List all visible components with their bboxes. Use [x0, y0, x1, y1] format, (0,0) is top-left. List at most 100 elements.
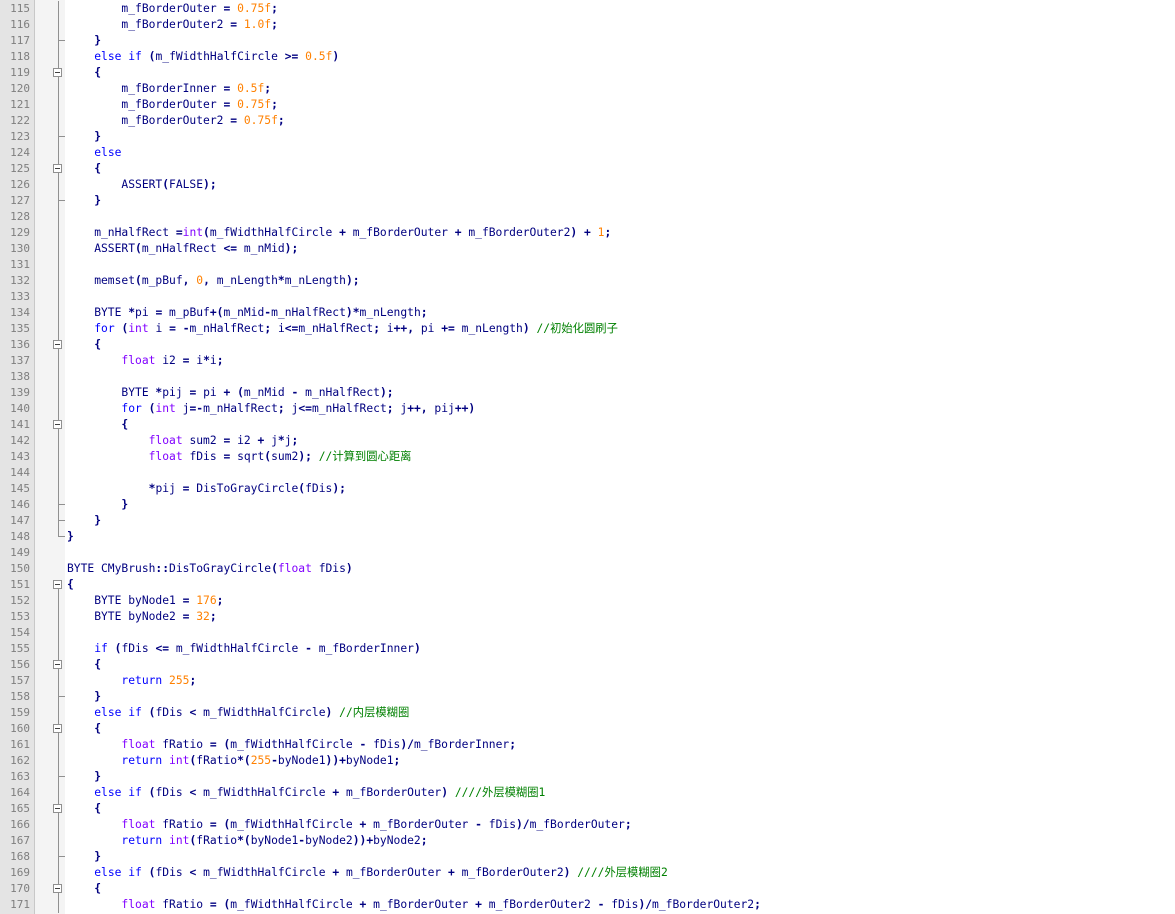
code-text[interactable]: {	[67, 721, 101, 737]
code-line[interactable]: 154	[0, 625, 1175, 641]
code-line[interactable]: 161 float fRatio = (m_fWidthHalfCircle -…	[0, 737, 1175, 753]
code-text[interactable]: else if (m_fWidthHalfCircle >= 0.5f)	[67, 49, 339, 65]
fold-toggle-icon[interactable]	[35, 65, 65, 81]
code-text[interactable]: }	[67, 689, 101, 705]
code-line[interactable]: 170 {	[0, 881, 1175, 897]
code-text[interactable]: }	[67, 33, 101, 49]
code-text[interactable]: else if (fDis < m_fWidthHalfCircle) //内层…	[67, 705, 409, 721]
code-line[interactable]: 134 BYTE *pi = m_pBuf+(m_nMid-m_nHalfRec…	[0, 305, 1175, 321]
code-text[interactable]: {	[67, 337, 101, 353]
code-line[interactable]: 140 for (int j=-m_nHalfRect; j<=m_nHalfR…	[0, 401, 1175, 417]
code-line[interactable]: 168 }	[0, 849, 1175, 865]
code-text[interactable]: float fRatio = (m_fWidthHalfCircle + m_f…	[67, 817, 631, 833]
code-line[interactable]: 122 m_fBorderOuter2 = 0.75f;	[0, 113, 1175, 129]
code-line[interactable]: 123 }	[0, 129, 1175, 145]
code-line[interactable]: 127 }	[0, 193, 1175, 209]
code-text[interactable]: return int(fRatio*(255-byNode1))+byNode1…	[67, 753, 400, 769]
code-line[interactable]: 132 memset(m_pBuf, 0, m_nLength*m_nLengt…	[0, 273, 1175, 289]
fold-toggle-icon[interactable]	[35, 801, 65, 817]
code-line[interactable]: 146 }	[0, 497, 1175, 513]
code-text[interactable]: }	[67, 497, 128, 513]
code-text[interactable]: float i2 = i*i;	[67, 353, 223, 369]
code-line[interactable]: 164 else if (fDis < m_fWidthHalfCircle +…	[0, 785, 1175, 801]
code-line[interactable]: 131	[0, 257, 1175, 273]
code-line[interactable]: 133	[0, 289, 1175, 305]
code-line[interactable]: 139 BYTE *pij = pi + (m_nMid - m_nHalfRe…	[0, 385, 1175, 401]
code-text[interactable]: }	[67, 193, 101, 209]
code-line[interactable]: 160 {	[0, 721, 1175, 737]
code-line[interactable]: 153 BYTE byNode2 = 32;	[0, 609, 1175, 625]
code-text[interactable]: return 255;	[67, 673, 196, 689]
code-text[interactable]: m_fBorderOuter2 = 0.75f;	[67, 113, 284, 129]
code-line[interactable]: 125 {	[0, 161, 1175, 177]
code-line[interactable]: 171 float fRatio = (m_fWidthHalfCircle +…	[0, 897, 1175, 913]
code-line[interactable]: 165 {	[0, 801, 1175, 817]
code-line[interactable]: 129 m_nHalfRect =int(m_fWidthHalfCircle …	[0, 225, 1175, 241]
fold-toggle-icon[interactable]	[35, 417, 65, 433]
fold-toggle-icon[interactable]	[35, 337, 65, 353]
code-text[interactable]: float fRatio = (m_fWidthHalfCircle + m_f…	[67, 897, 760, 913]
code-line[interactable]: 119 {	[0, 65, 1175, 81]
fold-toggle-icon[interactable]	[35, 721, 65, 737]
code-line[interactable]: 150 BYTE CMyBrush::DisToGrayCircle(float …	[0, 561, 1175, 577]
code-line[interactable]: 141 {	[0, 417, 1175, 433]
code-line[interactable]: 118 else if (m_fWidthHalfCircle >= 0.5f)	[0, 49, 1175, 65]
code-line[interactable]: 162 return int(fRatio*(255-byNode1))+byN…	[0, 753, 1175, 769]
code-editor[interactable]: 115 m_fBorderOuter = 0.75f; 116 m_fBorder…	[0, 0, 1175, 914]
code-text[interactable]: float fRatio = (m_fWidthHalfCircle - fDi…	[67, 737, 516, 753]
code-text[interactable]: for (int i = -m_nHalfRect; i<=m_nHalfRec…	[67, 321, 618, 337]
fold-toggle-icon[interactable]	[35, 161, 65, 177]
code-line[interactable]: 151 {	[0, 577, 1175, 593]
code-line[interactable]: 158 }	[0, 689, 1175, 705]
code-text[interactable]: {	[67, 881, 101, 897]
code-text[interactable]: BYTE byNode1 = 176;	[67, 593, 223, 609]
code-text[interactable]: }	[67, 129, 101, 145]
code-line[interactable]: 142 float sum2 = i2 + j*j;	[0, 433, 1175, 449]
code-text[interactable]: ASSERT(FALSE);	[67, 177, 216, 193]
code-line[interactable]: 137 float i2 = i*i;	[0, 353, 1175, 369]
code-text[interactable]: {	[67, 417, 128, 433]
code-line[interactable]: 124 else	[0, 145, 1175, 161]
code-text[interactable]: ASSERT(m_nHalfRect <= m_nMid);	[67, 241, 298, 257]
code-line[interactable]: 138	[0, 369, 1175, 385]
code-line[interactable]: 115 m_fBorderOuter = 0.75f;	[0, 1, 1175, 17]
code-text[interactable]: for (int j=-m_nHalfRect; j<=m_nHalfRect;…	[67, 401, 475, 417]
code-line[interactable]: 143 float fDis = sqrt(sum2); //计算到圆心距离	[0, 449, 1175, 465]
code-line[interactable]: 120 m_fBorderInner = 0.5f;	[0, 81, 1175, 97]
code-line[interactable]: 136 {	[0, 337, 1175, 353]
code-text[interactable]: else if (fDis < m_fWidthHalfCircle + m_f…	[67, 785, 545, 801]
code-text[interactable]: return int(fRatio*(byNode1-byNode2))+byN…	[67, 833, 427, 849]
code-line[interactable]: 155 if (fDis <= m_fWidthHalfCircle - m_f…	[0, 641, 1175, 657]
code-text[interactable]: m_fBorderOuter2 = 1.0f;	[67, 17, 277, 33]
code-text[interactable]: {	[67, 801, 101, 817]
fold-toggle-icon[interactable]	[35, 577, 65, 593]
code-text[interactable]: if (fDis <= m_fWidthHalfCircle - m_fBord…	[67, 641, 421, 657]
code-line[interactable]: 126 ASSERT(FALSE);	[0, 177, 1175, 193]
code-line[interactable]: 169 else if (fDis < m_fWidthHalfCircle +…	[0, 865, 1175, 881]
code-text[interactable]: *pij = DisToGrayCircle(fDis);	[67, 481, 346, 497]
code-text[interactable]: float sum2 = i2 + j*j;	[67, 433, 299, 449]
code-text[interactable]: {	[67, 161, 101, 177]
code-line[interactable]: 167 return int(fRatio*(byNode1-byNode2))…	[0, 833, 1175, 849]
code-line[interactable]: 128	[0, 209, 1175, 225]
code-line[interactable]: 117 }	[0, 33, 1175, 49]
code-line[interactable]: 163 }	[0, 769, 1175, 785]
code-text[interactable]: {	[67, 65, 101, 81]
code-line[interactable]: 116 m_fBorderOuter2 = 1.0f;	[0, 17, 1175, 33]
code-text[interactable]: BYTE *pi = m_pBuf+(m_nMid-m_nHalfRect)*m…	[67, 305, 427, 321]
code-text[interactable]: else	[67, 145, 121, 161]
code-text[interactable]: {	[67, 657, 101, 673]
code-line[interactable]: 152 BYTE byNode1 = 176;	[0, 593, 1175, 609]
code-text[interactable]: memset(m_pBuf, 0, m_nLength*m_nLength);	[67, 273, 359, 289]
code-line[interactable]: 159 else if (fDis < m_fWidthHalfCircle) …	[0, 705, 1175, 721]
code-text[interactable]: BYTE CMyBrush::DisToGrayCircle(float fDi…	[67, 561, 353, 577]
fold-toggle-icon[interactable]	[35, 657, 65, 673]
code-text[interactable]: float fDis = sqrt(sum2); //计算到圆心距离	[67, 449, 412, 465]
code-text[interactable]: m_nHalfRect =int(m_fWidthHalfCircle + m_…	[67, 225, 611, 241]
code-line[interactable]: 148}	[0, 529, 1175, 545]
code-text[interactable]: }	[67, 769, 101, 785]
code-text[interactable]: else if (fDis < m_fWidthHalfCircle + m_f…	[67, 865, 668, 881]
code-line[interactable]: 144	[0, 465, 1175, 481]
code-line[interactable]: 157 return 255;	[0, 673, 1175, 689]
code-text[interactable]: }	[67, 529, 74, 545]
